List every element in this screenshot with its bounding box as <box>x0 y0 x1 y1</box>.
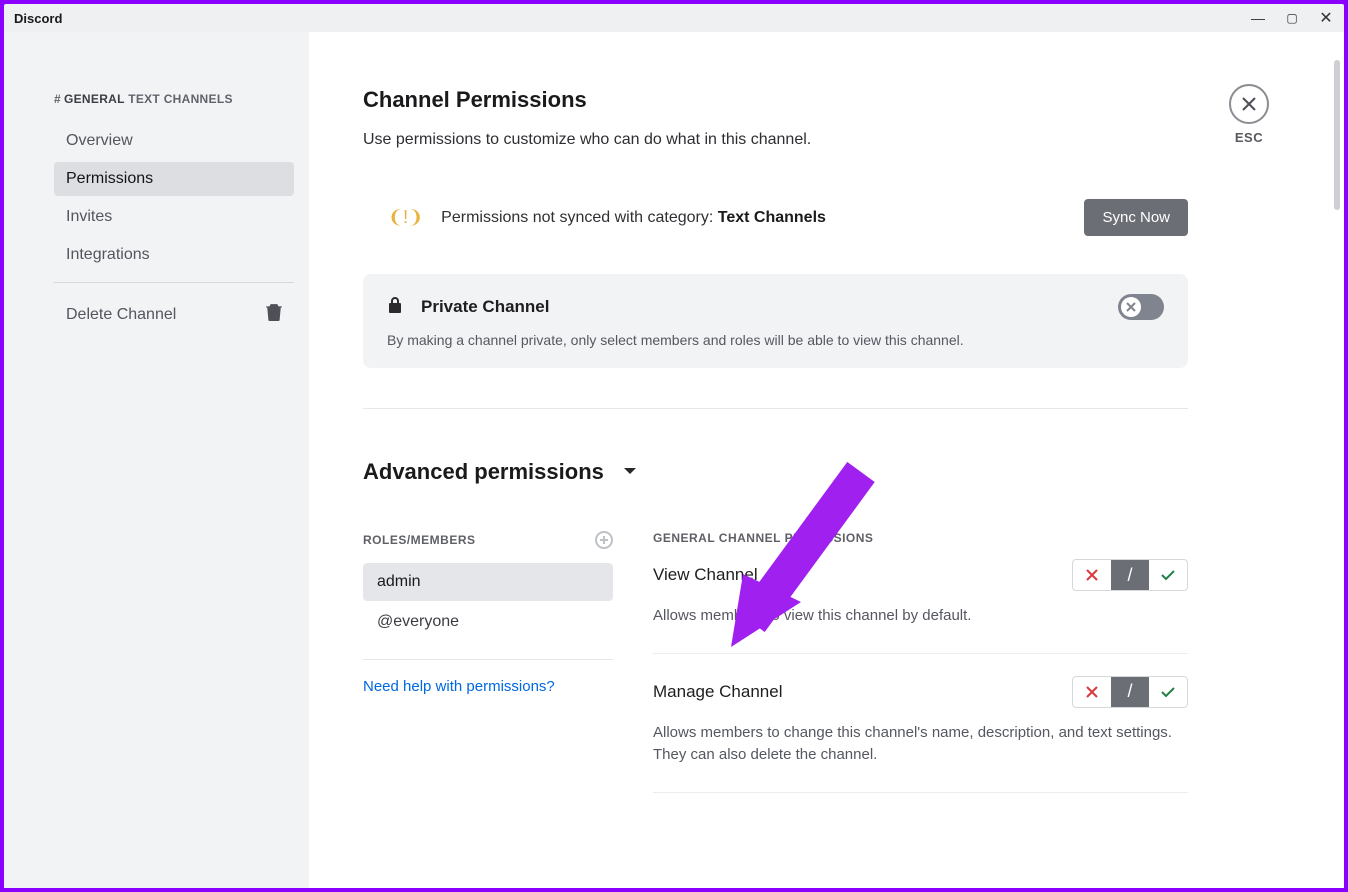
private-channel-title: Private Channel <box>421 297 550 317</box>
sidebar-delete-channel[interactable]: Delete Channel <box>54 295 294 334</box>
trash-icon <box>266 303 282 326</box>
sync-text: Permissions not synced with category: Te… <box>441 209 826 227</box>
role-item-everyone[interactable]: @everyone <box>363 603 613 641</box>
private-channel-card: Private Channel By making a channel priv… <box>363 274 1188 368</box>
category-name-label: TEXT CHANNELS <box>128 92 233 106</box>
sidebar-item-permissions[interactable]: Permissions <box>54 162 294 196</box>
sidebar-divider <box>54 282 294 283</box>
permission-description: Allows members to change this channel's … <box>653 722 1188 767</box>
hash-icon: # <box>54 92 61 106</box>
page-subtitle: Use permissions to customize who can do … <box>363 131 1344 149</box>
sidebar-item-invites[interactable]: Invites <box>54 200 294 234</box>
add-role-button[interactable] <box>595 531 613 549</box>
window-minimize-button[interactable]: — <box>1250 10 1266 26</box>
sync-now-button[interactable]: Sync Now <box>1084 199 1188 236</box>
roles-members-heading: ROLES/MEMBERS <box>363 531 613 549</box>
role-item-admin[interactable]: admin <box>363 563 613 601</box>
warning-icon: ❨!❩ <box>388 207 423 228</box>
permission-name: View Channel <box>653 565 758 585</box>
chevron-down-icon <box>622 459 638 485</box>
settings-sidebar: #GENERAL TEXT CHANNELS Overview Permissi… <box>4 32 309 888</box>
channel-name-label: GENERAL <box>64 92 125 106</box>
esc-label: ESC <box>1229 130 1269 145</box>
roles-divider <box>363 659 613 660</box>
content-divider <box>363 408 1188 409</box>
permission-name: Manage Channel <box>653 682 782 702</box>
page-title: Channel Permissions <box>363 87 1344 113</box>
lock-icon <box>387 296 403 319</box>
permission-view-channel: View Channel / Allows members to view th… <box>653 559 1188 628</box>
private-channel-description: By making a channel private, only select… <box>387 332 1164 348</box>
app-body: #GENERAL TEXT CHANNELS Overview Permissi… <box>4 32 1344 888</box>
content-container: ESC Channel Permissions Use permissions … <box>309 32 1344 815</box>
titlebar: Discord — ▢ ✕ <box>4 4 1344 32</box>
permissions-columns: ROLES/MEMBERS admin @everyone Need help … <box>363 531 1188 815</box>
permission-divider <box>653 653 1188 654</box>
window-maximize-button[interactable]: ▢ <box>1284 11 1300 25</box>
permission-allow-button[interactable] <box>1149 677 1187 707</box>
main-content: ESC Channel Permissions Use permissions … <box>309 32 1344 888</box>
sidebar-item-integrations[interactable]: Integrations <box>54 238 294 272</box>
advanced-permissions-label: Advanced permissions <box>363 459 604 485</box>
app-window: Discord — ▢ ✕ #GENERAL TEXT CHANNELS Ove… <box>4 4 1344 888</box>
close-icon <box>1229 84 1269 124</box>
advanced-permissions-header[interactable]: Advanced permissions <box>363 459 1344 485</box>
roles-column: ROLES/MEMBERS admin @everyone Need help … <box>363 531 613 815</box>
help-link[interactable]: Need help with permissions? <box>363 678 613 695</box>
permission-deny-button[interactable] <box>1073 677 1111 707</box>
private-channel-toggle[interactable] <box>1118 294 1164 320</box>
general-permissions-heading: GENERAL CHANNEL PERMISSIONS <box>653 531 1188 545</box>
app-title: Discord <box>14 11 62 26</box>
close-settings-button[interactable]: ESC <box>1229 84 1269 145</box>
permission-manage-channel: Manage Channel / Allows members to chang… <box>653 676 1188 767</box>
permission-description: Allows members to view this channel by d… <box>653 605 1188 628</box>
permission-divider <box>653 792 1188 793</box>
window-controls: — ▢ ✕ <box>1250 8 1334 28</box>
permission-toggle-tri: / <box>1072 559 1188 591</box>
sync-banner: ❨!❩ Permissions not synced with category… <box>363 191 1188 244</box>
permission-neutral-button[interactable]: / <box>1111 560 1149 590</box>
window-close-button[interactable]: ✕ <box>1318 8 1334 28</box>
permission-deny-button[interactable] <box>1073 560 1111 590</box>
permission-allow-button[interactable] <box>1149 560 1187 590</box>
sidebar-heading: #GENERAL TEXT CHANNELS <box>54 92 294 106</box>
sidebar-item-overview[interactable]: Overview <box>54 124 294 158</box>
permission-toggle-tri: / <box>1072 676 1188 708</box>
permissions-list-column: GENERAL CHANNEL PERMISSIONS View Channel… <box>653 531 1188 815</box>
permission-neutral-button[interactable]: / <box>1111 677 1149 707</box>
toggle-knob-off-icon <box>1121 297 1141 317</box>
delete-channel-label: Delete Channel <box>66 306 176 324</box>
